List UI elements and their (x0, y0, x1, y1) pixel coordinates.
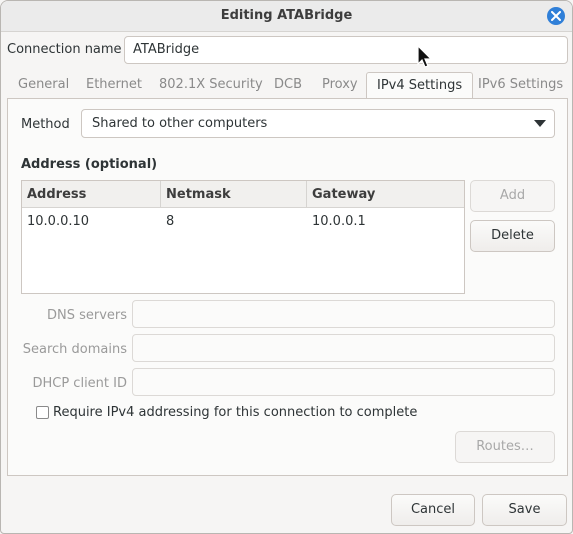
address-heading: Address (optional) (21, 157, 158, 172)
close-icon (551, 11, 561, 21)
cell-gateway[interactable]: 10.0.0.1 (307, 214, 371, 229)
close-button[interactable] (547, 7, 565, 25)
search-domains-label: Search domains (22, 342, 127, 357)
add-button[interactable]: Add (470, 180, 555, 212)
routes-button[interactable]: Routes… (455, 431, 555, 463)
mouse-pointer-icon (417, 45, 433, 68)
cancel-button[interactable]: Cancel (391, 494, 475, 526)
require-ipv4-label[interactable]: Require IPv4 addressing for this connect… (53, 405, 417, 420)
dns-servers-label: DNS servers (46, 308, 127, 323)
tab-ethernet[interactable]: Ethernet (86, 72, 142, 99)
dns-servers-input[interactable] (132, 300, 555, 328)
ipv4-settings-panel: Method Shared to other computers Address… (7, 98, 568, 476)
tab-8021x-security[interactable]: 802.1X Security (159, 72, 263, 99)
tab-bar: General Ethernet 802.1X Security DCB Pro… (7, 72, 567, 100)
tab-dcb[interactable]: DCB (274, 72, 302, 99)
dropdown-arrow-icon (534, 120, 546, 127)
tab-general[interactable]: General (18, 72, 69, 99)
connection-name-label: Connection name (7, 42, 122, 57)
search-domains-input[interactable] (132, 334, 555, 362)
cell-netmask[interactable]: 8 (161, 214, 179, 229)
column-header-address[interactable]: Address (22, 181, 161, 207)
titlebar: Editing ATABridge (1, 1, 572, 32)
address-table[interactable]: Address Netmask Gateway 10.0.0.10 8 10.0… (21, 180, 465, 294)
delete-button[interactable]: Delete (470, 220, 555, 252)
column-header-gateway[interactable]: Gateway (307, 181, 464, 207)
dhcp-client-id-input[interactable] (132, 368, 555, 396)
window-title: Editing ATABridge (220, 8, 353, 23)
require-ipv4-checkbox[interactable] (36, 406, 49, 419)
connection-name-input[interactable]: ATABridge (124, 36, 568, 64)
tab-ipv4-settings[interactable]: IPv4 Settings (366, 72, 474, 100)
column-header-netmask[interactable]: Netmask (161, 181, 307, 207)
method-value: Shared to other computers (92, 116, 268, 131)
save-button[interactable]: Save (482, 494, 567, 526)
dialog-window: Editing ATABridge Connection name ATABri… (0, 0, 573, 534)
method-dropdown[interactable]: Shared to other computers (81, 109, 555, 138)
tab-ipv6-settings[interactable]: IPv6 Settings (478, 72, 563, 99)
tab-proxy[interactable]: Proxy (322, 72, 358, 99)
dhcp-client-id-label: DHCP client ID (32, 376, 127, 391)
method-label: Method (21, 117, 70, 132)
table-header: Address Netmask Gateway (22, 181, 464, 208)
cell-address[interactable]: 10.0.0.10 (22, 214, 94, 229)
